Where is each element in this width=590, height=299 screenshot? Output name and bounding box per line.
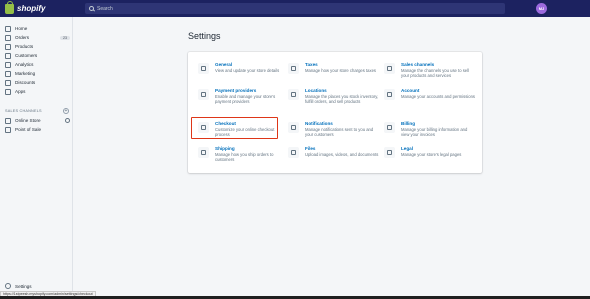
setting-name: Taxes [305, 62, 318, 67]
setting-account[interactable]: Account Manage your accounts and permiss… [384, 88, 476, 114]
customers-icon [5, 52, 11, 59]
sidebar-item-apps[interactable]: Apps [5, 88, 70, 95]
discounts-icon [5, 79, 11, 86]
shopify-logo[interactable]: shopify [5, 0, 46, 14]
shopify-bag-icon [5, 0, 14, 14]
online-store-icon [5, 117, 11, 124]
setting-taxes[interactable]: Taxes Manage how your store charges taxe… [288, 62, 380, 88]
checkout-icon [198, 122, 209, 133]
sidebar-item-marketing[interactable]: Marketing [5, 70, 70, 77]
setting-name: Payment providers [215, 88, 257, 93]
legal-icon [384, 147, 395, 158]
setting-shipping[interactable]: Shipping Manage how you ship orders to c… [198, 146, 290, 172]
paperclip-icon [288, 147, 299, 158]
setting-desc: Manage your store's legal pages [401, 152, 462, 157]
marketing-icon [5, 70, 11, 77]
sidebar-item-customers[interactable]: Customers [5, 52, 70, 59]
sales-channels-icon [384, 63, 395, 74]
setting-desc: Manage your accounts and permissions [401, 94, 476, 99]
sidebar-item-discounts[interactable]: Discounts [5, 79, 70, 86]
sales-channels-header: SALES CHANNELS + [5, 108, 69, 114]
setting-billing[interactable]: Billing Manage your billing information … [384, 121, 476, 147]
brand-name: shopify [17, 4, 46, 13]
setting-payment-providers[interactable]: Payment providers Enable and manage your… [198, 88, 290, 114]
sales-channels-heading: SALES CHANNELS [5, 109, 42, 113]
account-icon [384, 89, 395, 100]
sidebar-item-label: Point of Sale [15, 127, 42, 132]
setting-name: Legal [401, 146, 413, 151]
eye-icon[interactable] [65, 118, 70, 123]
setting-name: Notifications [305, 121, 333, 126]
setting-locations[interactable]: Locations Manage the places you stock in… [288, 88, 380, 114]
home-icon [5, 25, 11, 32]
setting-desc: Manage notifications sent to you and you… [305, 127, 374, 138]
products-icon [5, 43, 11, 50]
sidebar-item-label: Customers [15, 53, 38, 58]
sidebar-item-label: Settings [15, 283, 32, 289]
gear-icon [198, 63, 209, 74]
setting-name: Sales channels [401, 62, 435, 67]
setting-name: Shipping [215, 146, 235, 151]
sidebar-item-home[interactable]: Home [5, 25, 70, 32]
setting-name: Account [401, 88, 420, 93]
sidebar-item-settings[interactable]: Settings [5, 283, 32, 289]
page-title: Settings [188, 31, 221, 41]
setting-files[interactable]: Files Upload images, videos, and documen… [288, 146, 380, 172]
setting-desc: Enable and manage your store's payment p… [215, 94, 276, 105]
setting-general[interactable]: General View and update your store detai… [198, 62, 290, 88]
point-of-sale-icon [5, 126, 11, 133]
search-input[interactable]: Search [85, 3, 505, 14]
add-channel-icon[interactable]: + [63, 108, 69, 114]
billing-icon [384, 122, 395, 133]
truck-icon [198, 147, 209, 158]
setting-desc: Manage the places you stock inventory, f… [305, 94, 379, 105]
sidebar-item-label: Apps [15, 89, 26, 94]
sidebar-item-label: Orders [15, 35, 30, 40]
setting-sales-channels[interactable]: Sales channels Manage the channels you u… [384, 62, 476, 88]
setting-checkout[interactable]: Checkout Customize your online checkout … [198, 121, 290, 147]
orders-count-badge: 23 [60, 35, 70, 40]
setting-notifications[interactable]: Notifications Manage notifications sent … [288, 121, 380, 147]
setting-desc: Manage how you ship orders to customers [215, 152, 274, 163]
setting-desc: Manage your billing information and view… [401, 127, 468, 138]
sidebar-item-label: Marketing [15, 71, 36, 76]
setting-name: Locations [305, 88, 327, 93]
setting-name: Billing [401, 121, 416, 126]
analytics-icon [5, 61, 11, 68]
sidebar-item-point-of-sale[interactable]: Point of Sale [5, 126, 70, 133]
payment-icon [198, 89, 209, 100]
sidebar-item-online-store[interactable]: Online Store [5, 117, 70, 124]
top-bar: shopify Search MJ [0, 0, 590, 17]
setting-desc: Customize your online checkout process [215, 127, 275, 138]
search-icon [89, 6, 94, 11]
setting-desc: Manage how your store charges taxes [305, 68, 376, 73]
avatar[interactable]: MJ [536, 3, 547, 14]
taxes-icon [288, 63, 299, 74]
apps-icon [5, 88, 11, 95]
settings-card: General View and update your store detai… [188, 52, 482, 173]
bell-icon [288, 122, 299, 133]
sidebar-item-analytics[interactable]: Analytics [5, 61, 70, 68]
sidebar-item-products[interactable]: Products [5, 43, 70, 50]
search-placeholder: Search [97, 5, 113, 12]
sidebar-item-label: Discounts [15, 80, 36, 85]
sidebar: Home Orders 23 Products Customers Analyt… [0, 17, 73, 293]
sidebar-item-label: Home [15, 26, 28, 31]
orders-icon [5, 34, 11, 41]
setting-name: General [215, 62, 233, 67]
setting-name: Checkout [215, 121, 236, 126]
setting-desc: Upload images, videos, and documents [305, 152, 379, 157]
sidebar-item-label: Online Store [15, 118, 41, 123]
setting-legal[interactable]: Legal Manage your store's legal pages [384, 146, 476, 172]
setting-name: Files [305, 146, 316, 151]
sidebar-item-orders[interactable]: Orders 23 [5, 34, 70, 41]
gear-icon [5, 283, 11, 289]
sidebar-item-label: Products [15, 44, 34, 49]
location-icon [288, 89, 299, 100]
setting-desc: Manage the channels you use to sell your… [401, 68, 469, 79]
setting-desc: View and update your store details [215, 68, 280, 73]
sidebar-item-label: Analytics [15, 62, 34, 67]
